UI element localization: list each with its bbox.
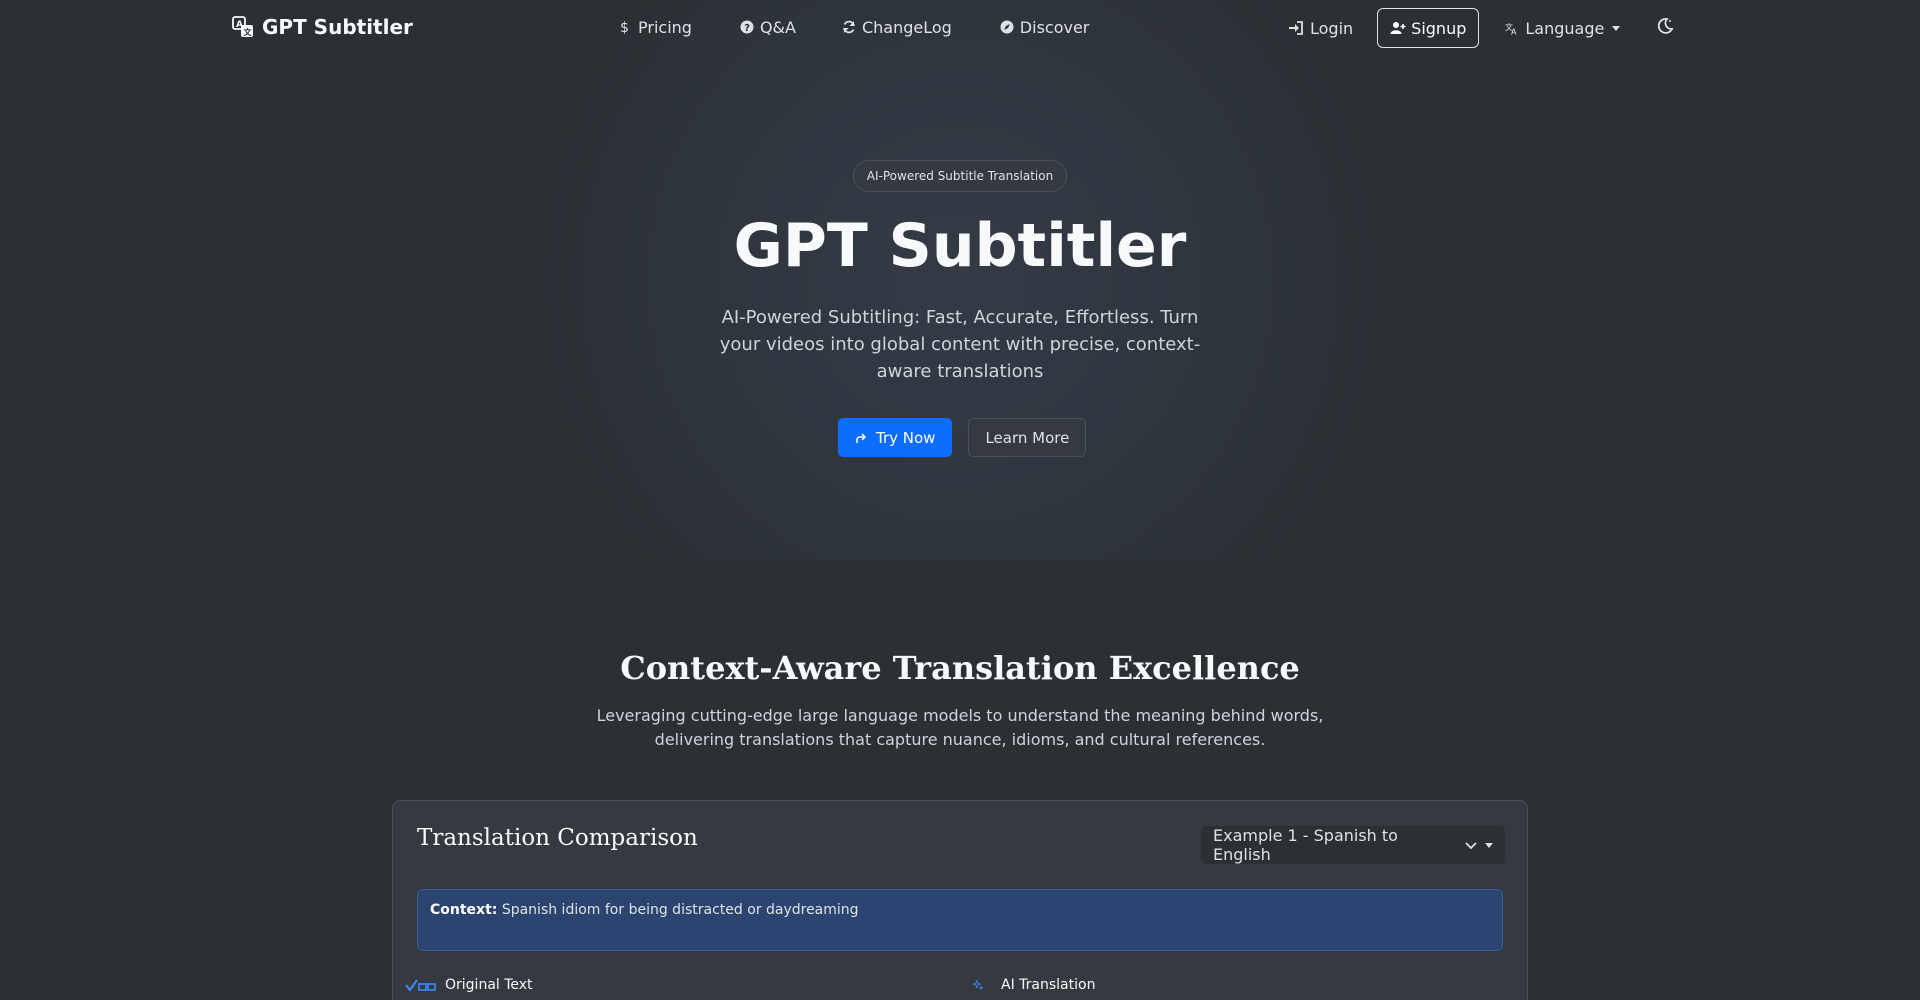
brand-logo-link[interactable]: A 文 GPT Subtitler: [232, 14, 413, 40]
language-label: Language: [1525, 18, 1605, 38]
translation-comparison-card: Translation Comparison Example 1 - Spani…: [392, 800, 1528, 1000]
original-text-label: Original Text: [445, 977, 533, 993]
features-title: Context-Aware Translation Excellence: [620, 649, 1300, 687]
nav-link-pricing[interactable]: $ Pricing: [618, 18, 692, 37]
hero-badge: AI-Powered Subtitle Translation: [853, 160, 1067, 192]
sign-in-icon: [1289, 21, 1303, 35]
try-now-button[interactable]: Try Now: [838, 418, 953, 457]
question-circle-icon: ?: [740, 20, 754, 34]
nav-link-qa[interactable]: ? Q&A: [740, 18, 796, 37]
translate-icon: 文 A: [1505, 22, 1517, 36]
refresh-icon: [843, 20, 855, 34]
signup-label: Signup: [1411, 18, 1467, 38]
arrow-turn-up-icon: [856, 432, 867, 443]
original-text-header: Original Text: [405, 977, 533, 993]
navbar: A 文 GPT Subtitler $ Pricing ? Q&A Change…: [0, 0, 1920, 54]
try-now-label: Try Now: [876, 428, 936, 447]
svg-text:文: 文: [244, 27, 253, 37]
theme-toggle[interactable]: [1656, 17, 1674, 39]
translate-logo-icon: A 文: [232, 16, 253, 37]
nav-link-changelog[interactable]: ChangeLog: [842, 18, 952, 37]
caret-down-icon: [1612, 25, 1621, 31]
dollar-icon: $: [620, 20, 629, 34]
nav-link-label: Pricing: [638, 17, 692, 37]
ai-translation-header: AI Translation: [973, 977, 1095, 993]
login-link[interactable]: Login: [1288, 19, 1353, 38]
nav-link-discover[interactable]: Discover: [1000, 17, 1090, 37]
learn-more-button[interactable]: Learn More: [968, 418, 1087, 457]
comparison-title: Translation Comparison: [417, 825, 698, 851]
context-box: Context: Spanish idiom for being distrac…: [417, 889, 1503, 951]
user-plus-icon: [1390, 22, 1406, 34]
example-select-value: Example 1 - Spanish to English: [1213, 826, 1398, 864]
context-label: Context:: [430, 902, 498, 918]
caret-down-icon: [1485, 842, 1493, 848]
moon-icon: [1658, 18, 1674, 34]
hero-buttons: Try Now Learn More: [838, 418, 1087, 457]
sparkles-icon: [973, 979, 984, 990]
brand-name: GPT Subtitler: [262, 15, 413, 39]
spellcheck-icon: [405, 979, 436, 992]
language-dropdown[interactable]: 文 A Language: [1505, 18, 1621, 38]
nav-link-label: Discover: [1019, 17, 1090, 37]
example-select-dropdown[interactable]: Example 1 - Spanish to English: [1201, 826, 1505, 864]
ai-translation-label: AI Translation: [1001, 977, 1096, 993]
login-label: Login: [1310, 18, 1354, 38]
svg-text:?: ?: [744, 23, 750, 34]
nav-right: Login Signup 文 A Language: [1288, 8, 1674, 48]
nav-links: $ Pricing ? Q&A ChangeLog Discover: [618, 14, 1137, 40]
compass-icon: [1000, 20, 1014, 34]
nav-link-label: ChangeLog: [861, 17, 952, 37]
hero-subtitle: AI-Powered Subtitling: Fast, Accurate, E…: [719, 307, 1201, 382]
context-text: Spanish idiom for being distracted or da…: [501, 902, 859, 918]
chevron-down-icon: [1465, 842, 1477, 850]
features-subtitle: Leveraging cutting-edge large language m…: [596, 706, 1324, 749]
nav-link-label: Q&A: [759, 17, 796, 37]
svg-text:A: A: [1511, 28, 1517, 36]
svg-text:$: $: [620, 20, 629, 34]
signup-button[interactable]: Signup: [1377, 8, 1480, 48]
hero-title: GPT Subtitler: [733, 211, 1187, 281]
